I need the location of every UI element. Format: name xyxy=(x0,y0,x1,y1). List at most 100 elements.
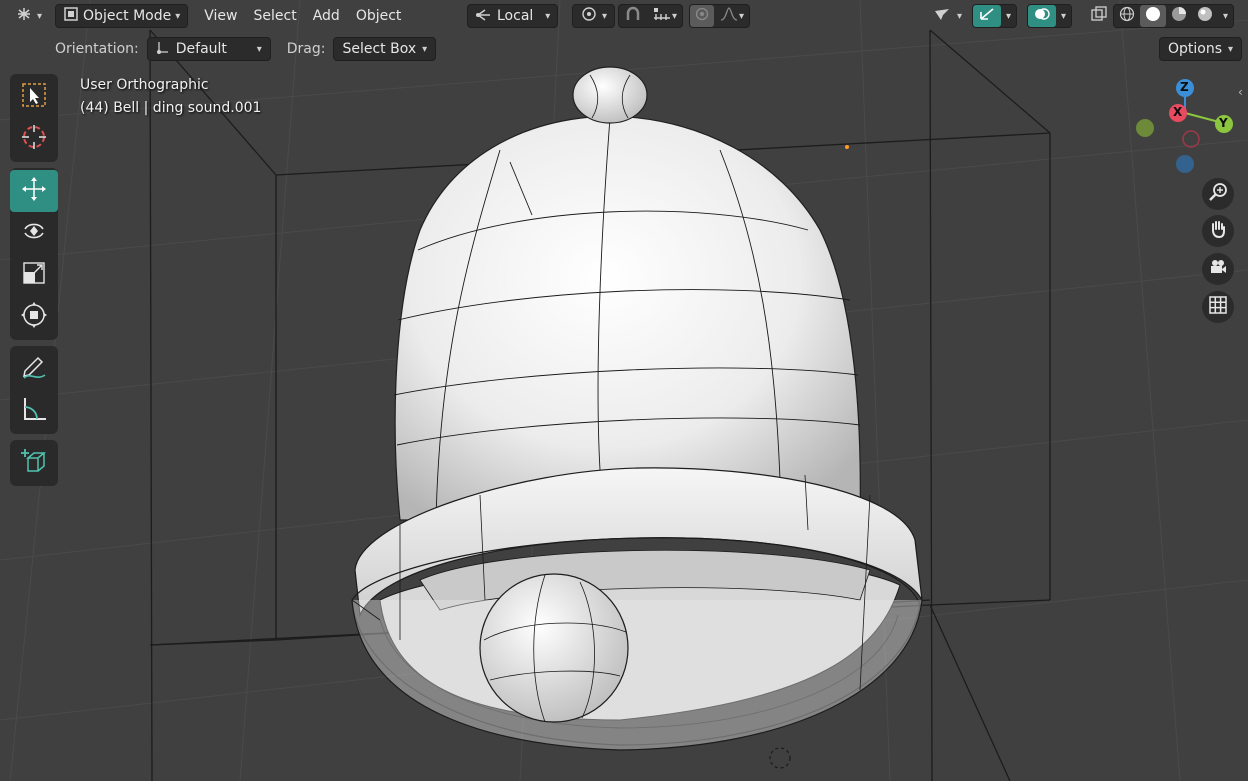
mode-dropdown[interactable]: Object Mode ▾ xyxy=(55,4,189,28)
menu-object[interactable]: Object xyxy=(348,4,410,28)
cursor-arrow-icon xyxy=(933,6,953,26)
chevron-down-icon: ▾ xyxy=(422,43,428,55)
chevron-down-icon: ▾ xyxy=(1006,10,1012,22)
proportional-edit-toggle[interactable] xyxy=(690,5,714,27)
tool-select-box[interactable] xyxy=(10,76,58,118)
menu-select[interactable]: Select xyxy=(246,4,305,28)
object-info: (44) Bell | ding sound.001 xyxy=(80,100,262,116)
overlays-icon xyxy=(1033,6,1051,26)
zoom-icon xyxy=(1208,182,1228,206)
falloff-dropdown[interactable]: ▾ xyxy=(714,5,749,27)
pan-button[interactable] xyxy=(1202,215,1234,247)
editor-type-button[interactable]: ▾ xyxy=(8,4,49,28)
view-name: User Orthographic xyxy=(80,77,209,93)
gizmo-toggle[interactable] xyxy=(973,5,1001,27)
gizmo-y-label: Y xyxy=(1219,116,1228,130)
drag-label: Drag: xyxy=(286,41,326,57)
annotate-icon xyxy=(20,353,48,385)
tool-transform[interactable] xyxy=(10,296,58,338)
zoom-button[interactable] xyxy=(1202,178,1234,210)
solid-sphere-icon xyxy=(1145,6,1161,26)
chevron-down-icon: ▾ xyxy=(957,10,963,22)
chevron-down-icon: ▾ xyxy=(545,10,551,22)
select-box-icon xyxy=(20,81,48,113)
tool-add-cube[interactable] xyxy=(10,442,58,484)
gizmo-x-label: X xyxy=(1173,105,1183,119)
tool-group-add xyxy=(10,440,58,486)
tool-group-transform xyxy=(10,168,58,340)
tool-settings-bar: Orientation: Default ▾ Drag: Select Box … xyxy=(0,36,1248,62)
orientation-axes-icon xyxy=(156,39,170,59)
object-mode-icon xyxy=(63,6,79,26)
sidebar-toggle-arrow-icon[interactable]: ‹ xyxy=(1238,85,1243,99)
orientation-dropdown[interactable]: Default ▾ xyxy=(146,37,271,61)
tool-scale[interactable] xyxy=(10,254,58,296)
editor-type-icon xyxy=(15,6,33,26)
3d-viewport[interactable]: ▾ Object Mode ▾ View Select Add Object L… xyxy=(0,0,1248,781)
gizmo-dropdown[interactable]: ▾ xyxy=(1001,5,1016,27)
tool-measure[interactable] xyxy=(10,390,58,432)
bell-scene[interactable] xyxy=(0,0,1248,781)
mode-label: Object Mode xyxy=(83,8,172,24)
shading-group: ▾ xyxy=(1113,4,1235,28)
tool-group-annotate xyxy=(10,346,58,434)
viewport-header: ▾ Object Mode ▾ View Select Add Object L… xyxy=(0,0,1248,32)
chevron-down-icon: ▾ xyxy=(37,10,43,22)
chevron-down-icon: ▾ xyxy=(1228,43,1234,55)
material-sphere-icon xyxy=(1171,6,1187,26)
chevron-down-icon: ▾ xyxy=(672,10,678,22)
cursor-icon xyxy=(20,123,48,155)
tool-move[interactable] xyxy=(10,170,58,212)
navigation-gizmo[interactable]: Z X Y xyxy=(1130,76,1240,180)
snap-group: ▾ xyxy=(618,4,684,28)
options-dropdown[interactable]: Options ▾ xyxy=(1159,37,1243,61)
menu-view[interactable]: View xyxy=(196,4,245,28)
options-label: Options xyxy=(1168,41,1223,57)
rotate-icon xyxy=(20,217,48,249)
chevron-down-icon: ▾ xyxy=(739,10,745,22)
gizmo-icon xyxy=(978,6,996,26)
overlays-toggle[interactable] xyxy=(1028,5,1056,27)
tool-rotate[interactable] xyxy=(10,212,58,254)
tool-annotate[interactable] xyxy=(10,348,58,390)
grid-icon xyxy=(1208,295,1228,319)
shading-dropdown[interactable]: ▾ xyxy=(1218,5,1233,27)
chevron-down-icon: ▾ xyxy=(1223,10,1229,22)
menu-add[interactable]: Add xyxy=(305,4,348,28)
add-cube-icon xyxy=(20,447,48,479)
proportional-group: ▾ xyxy=(689,4,751,28)
tool-cursor[interactable] xyxy=(10,118,58,160)
chevron-down-icon: ▾ xyxy=(602,10,608,22)
transform-icon xyxy=(20,301,48,333)
xray-toggle[interactable] xyxy=(1083,4,1115,28)
gizmo-z-label: Z xyxy=(1180,80,1189,94)
shading-material-button[interactable] xyxy=(1166,5,1192,27)
snap-target-dropdown[interactable]: ▾ xyxy=(647,5,682,27)
transform-orientation-dropdown[interactable]: Local ▾ xyxy=(467,4,559,28)
grid-toggle-button[interactable] xyxy=(1202,291,1234,323)
snap-increment-icon xyxy=(652,6,672,26)
shading-rendered-button[interactable] xyxy=(1192,5,1218,27)
gizmo-group: ▾ xyxy=(972,4,1018,28)
orientation-axes-icon xyxy=(475,6,493,26)
drag-dropdown[interactable]: Select Box ▾ xyxy=(333,37,437,61)
shading-solid-button[interactable] xyxy=(1140,5,1166,27)
falloff-curve-icon xyxy=(719,6,739,26)
chevron-down-icon: ▾ xyxy=(256,43,262,55)
xray-icon xyxy=(1090,6,1108,26)
move-icon xyxy=(20,175,48,207)
pivot-point-dropdown[interactable]: ▾ xyxy=(572,4,616,28)
shading-wireframe-button[interactable] xyxy=(1114,5,1140,27)
pivot-icon xyxy=(580,6,598,26)
magnet-icon xyxy=(624,6,642,26)
bell-mesh[interactable] xyxy=(351,66,923,769)
snap-toggle[interactable] xyxy=(619,5,647,27)
chevron-down-icon: ▾ xyxy=(175,10,181,22)
overlays-dropdown[interactable]: ▾ xyxy=(1056,5,1071,27)
scale-icon xyxy=(20,259,48,291)
visibility-dropdown[interactable]: ▾ xyxy=(926,4,969,28)
overlays-group: ▾ xyxy=(1027,4,1073,28)
menu-bar: View Select Add Object xyxy=(196,4,409,28)
drag-value: Select Box xyxy=(342,41,417,57)
camera-button[interactable] xyxy=(1202,253,1234,285)
